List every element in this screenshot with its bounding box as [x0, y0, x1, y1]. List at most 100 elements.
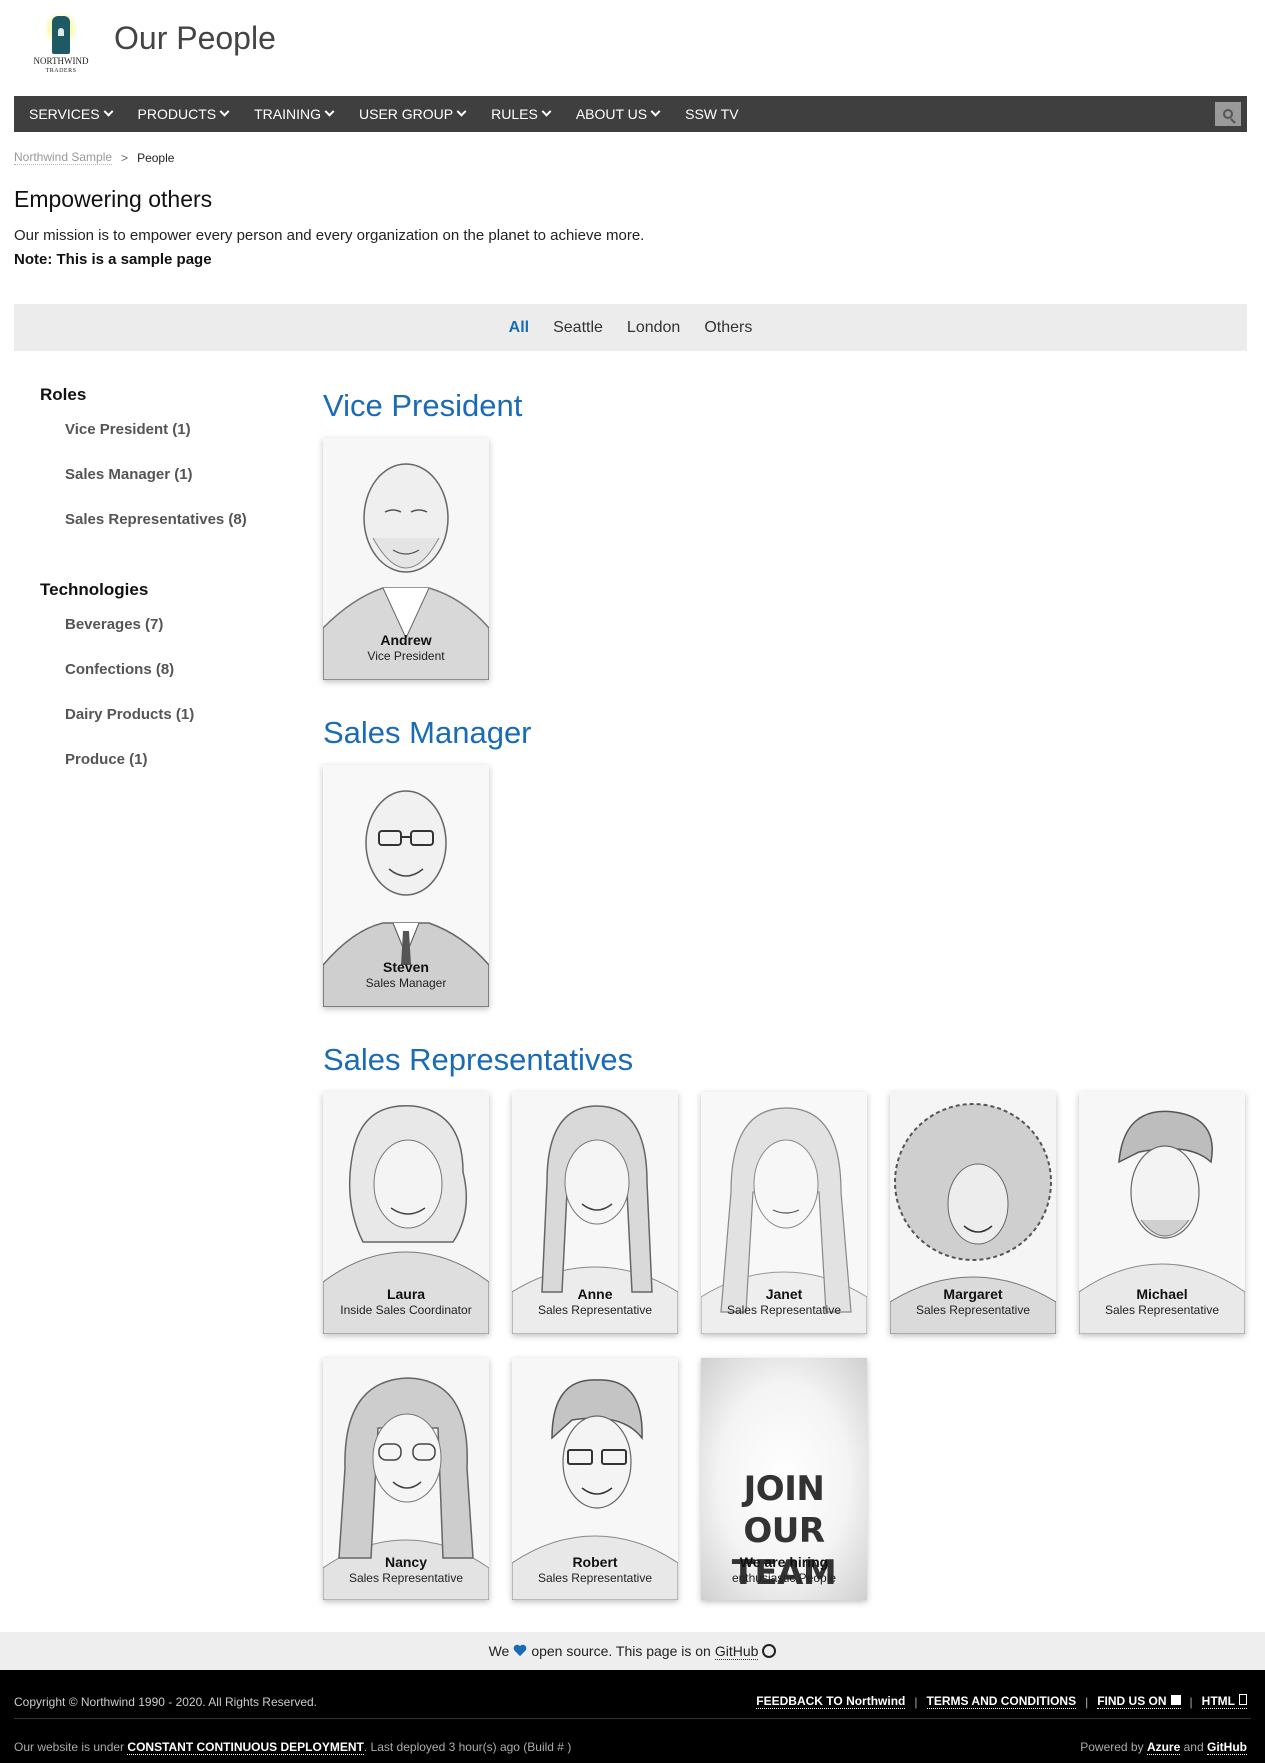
powered-and: and: [1183, 1740, 1204, 1754]
open-source-text: open source. This page is on: [531, 1643, 711, 1659]
person-name: Michael: [1136, 1286, 1188, 1302]
github-icon[interactable]: [762, 1644, 777, 1658]
person-name: Andrew: [380, 632, 432, 648]
person-name: Nancy: [384, 1554, 428, 1570]
open-source-strip: We open source. This page is on GitHub: [0, 1632, 1265, 1670]
nav-item-label: ABOUT US: [575, 106, 648, 122]
sidebar-item-produce[interactable]: Produce (1): [65, 749, 280, 794]
person-name: Steven: [383, 959, 429, 975]
sidebar-item-confections[interactable]: Confections (8): [65, 659, 280, 704]
nav-item-services[interactable]: SERVICES: [29, 106, 113, 122]
section-title-sales-manager: Sales Manager: [323, 715, 532, 750]
chevron-down-icon: [456, 106, 467, 117]
html-icon: [1239, 1694, 1247, 1705]
terms-link[interactable]: TERMS AND CONDITIONS: [926, 1694, 1077, 1709]
site-footer: Copyright © Northwind 1990 - 2020. All R…: [0, 1670, 1265, 1763]
copyright-text: Copyright © Northwind 1990 - 2020. All R…: [14, 1695, 317, 1709]
person-card[interactable]: Anne Sales Representative: [512, 1092, 678, 1334]
person-role: Sales Manager: [365, 976, 447, 990]
northwind-logo[interactable]: NORTHWIND TRADERS: [30, 12, 92, 74]
filter-seattle[interactable]: Seattle: [553, 319, 603, 337]
intro-heading: Empowering others: [14, 186, 213, 212]
person-card[interactable]: Janet Sales Representative: [701, 1092, 867, 1334]
person-name: Robert: [572, 1554, 618, 1570]
nav-item-user-group[interactable]: USER GROUP: [359, 106, 467, 122]
facebook-icon: [1170, 1695, 1181, 1705]
nav-item-label: TRAINING: [254, 106, 321, 122]
deploy-post: . Last deployed 3 hour(s) ago (Build # ): [363, 1740, 572, 1754]
breadcrumb-root-link[interactable]: Northwind Sample: [14, 150, 113, 165]
nav-item-label: PRODUCTS: [137, 106, 217, 122]
continuous-deployment-link[interactable]: CONSTANT CONTINUOUS DEPLOYMENT: [127, 1740, 364, 1755]
open-source-pre: We: [488, 1643, 510, 1659]
search-button[interactable]: [1215, 102, 1241, 126]
nav-item-label: SSW TV: [685, 106, 739, 122]
deployment-info: Our website is under CONSTANT CONTINUOUS…: [14, 1740, 572, 1755]
nav-item-about-us[interactable]: ABOUT US: [575, 106, 661, 122]
person-card[interactable]: Laura Inside Sales Coordinator: [323, 1092, 489, 1334]
powered-pre: Powered by: [1080, 1740, 1144, 1754]
sidebar-item-sales-manager[interactable]: Sales Manager (1): [65, 464, 280, 509]
github-link[interactable]: GitHub: [714, 1643, 759, 1660]
footer-links: FEEDBACK TO Northwind | TERMS AND CONDIT…: [756, 1694, 1247, 1709]
sidebar-item-dairy-products[interactable]: Dairy Products (1): [65, 704, 280, 749]
person-card[interactable]: Margaret Sales Representative: [890, 1092, 1056, 1334]
person-role: Sales Representative: [537, 1303, 653, 1317]
find-us-label: FIND US ON: [1097, 1694, 1167, 1708]
breadcrumb-separator: >: [121, 150, 129, 165]
chevron-down-icon: [219, 106, 230, 117]
section-title-vice-president: Vice President: [323, 388, 523, 423]
nav-item-rules[interactable]: RULES: [491, 106, 552, 122]
person-role: Sales Representative: [537, 1571, 653, 1585]
filter-others[interactable]: Others: [704, 319, 752, 337]
person-role: Sales Representative: [726, 1303, 842, 1317]
join-description: enthusiastic People: [731, 1571, 837, 1585]
main-nav: SERVICES PRODUCTS TRAINING USER GROUP RU…: [14, 96, 1247, 132]
person-card[interactable]: Andrew Vice President: [323, 438, 489, 680]
powered-by: Powered by Azure and GitHub: [1080, 1740, 1247, 1755]
join-subtitle: We are hiring: [739, 1554, 829, 1570]
find-us-link[interactable]: FIND US ON: [1097, 1694, 1181, 1709]
person-card[interactable]: Robert Sales Representative: [512, 1358, 678, 1600]
chevron-down-icon: [324, 106, 335, 117]
sidebar-item-vice-president[interactable]: Vice President (1): [65, 419, 280, 464]
feedback-link[interactable]: FEEDBACK TO Northwind: [756, 1694, 906, 1709]
person-role: Inside Sales Coordinator: [340, 1303, 472, 1317]
github-footer-link[interactable]: GitHub: [1207, 1740, 1247, 1755]
azure-link[interactable]: Azure: [1146, 1740, 1181, 1755]
sidebar-item-beverages[interactable]: Beverages (7): [65, 614, 280, 659]
nav-item-training[interactable]: TRAINING: [254, 106, 335, 122]
person-card[interactable]: Michael Sales Representative: [1079, 1092, 1245, 1334]
sidebar-technologies-heading: Technologies: [40, 580, 149, 599]
join-our-team-card[interactable]: JOIN OUR TEAM We are hiring enthusiastic …: [701, 1358, 867, 1600]
logo-text: NORTHWIND: [33, 56, 89, 66]
person-name: Anne: [577, 1286, 613, 1302]
filter-london[interactable]: London: [627, 319, 680, 337]
sidebar: Roles Vice President (1) Sales Manager (…: [40, 385, 280, 820]
nav-item-products[interactable]: PRODUCTS: [137, 106, 230, 122]
deploy-pre: Our website is under: [14, 1740, 125, 1754]
breadcrumb-current: People: [137, 150, 175, 165]
heart-icon: [513, 1645, 527, 1658]
person-card[interactable]: Steven Sales Manager: [323, 765, 489, 1007]
technologies-list: Beverages (7) Confections (8) Dairy Prod…: [65, 614, 280, 794]
person-role: Vice President: [367, 649, 445, 663]
sidebar-roles-heading: Roles: [40, 385, 87, 404]
html-label: HTML: [1201, 1694, 1235, 1708]
nav-item-label: RULES: [491, 106, 538, 122]
person-name: Janet: [765, 1286, 803, 1302]
section-title-sales-representatives: Sales Representatives: [323, 1042, 634, 1077]
logo-subtext: TRADERS: [45, 68, 77, 74]
search-icon: [1223, 109, 1233, 119]
nav-item-label: USER GROUP: [359, 106, 454, 122]
sidebar-item-sales-representatives[interactable]: Sales Representatives (8): [65, 509, 280, 554]
html-link[interactable]: HTML: [1201, 1694, 1247, 1709]
nav-item-ssw-tv[interactable]: SSW TV: [685, 106, 738, 122]
intro-text: Our mission is to empower every person a…: [14, 227, 645, 244]
breadcrumb: Northwind Sample > People: [14, 150, 174, 165]
person-card[interactable]: Nancy Sales Representative: [323, 1358, 489, 1600]
chevron-down-icon: [103, 106, 113, 117]
filter-all[interactable]: All: [509, 319, 529, 337]
footer-link-separator: |: [914, 1694, 918, 1709]
roles-list: Vice President (1) Sales Manager (1) Sal…: [65, 419, 280, 554]
